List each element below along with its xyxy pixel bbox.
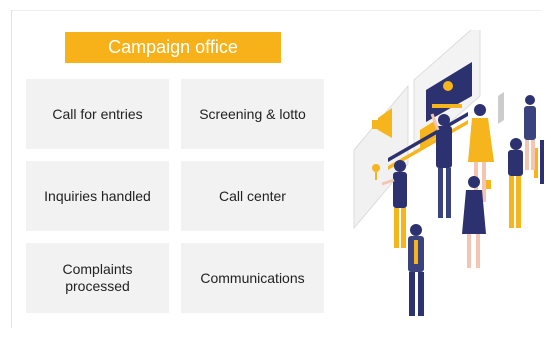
person-man-front — [408, 224, 424, 316]
cell-call-for-entries: Call for entries — [26, 79, 169, 149]
person-right-top — [524, 95, 536, 170]
cell-complaints-processed: Complaints processed — [26, 243, 169, 313]
cell-call-center: Call center — [181, 161, 324, 231]
cell-communications: Communications — [181, 243, 324, 313]
person-right-mid — [508, 138, 523, 228]
campaign-office-banner: Campaign office — [65, 32, 281, 63]
cell-inquiries-handled: Inquiries handled — [26, 161, 169, 231]
bar-chart-icon — [534, 140, 544, 184]
team-illustration — [353, 30, 544, 316]
cell-screening-lotto: Screening & lotto — [181, 79, 324, 149]
frame-left-border — [11, 10, 12, 328]
frame-top-border — [11, 10, 541, 11]
services-grid: Call for entries Screening & lotto Inqui… — [26, 79, 324, 313]
